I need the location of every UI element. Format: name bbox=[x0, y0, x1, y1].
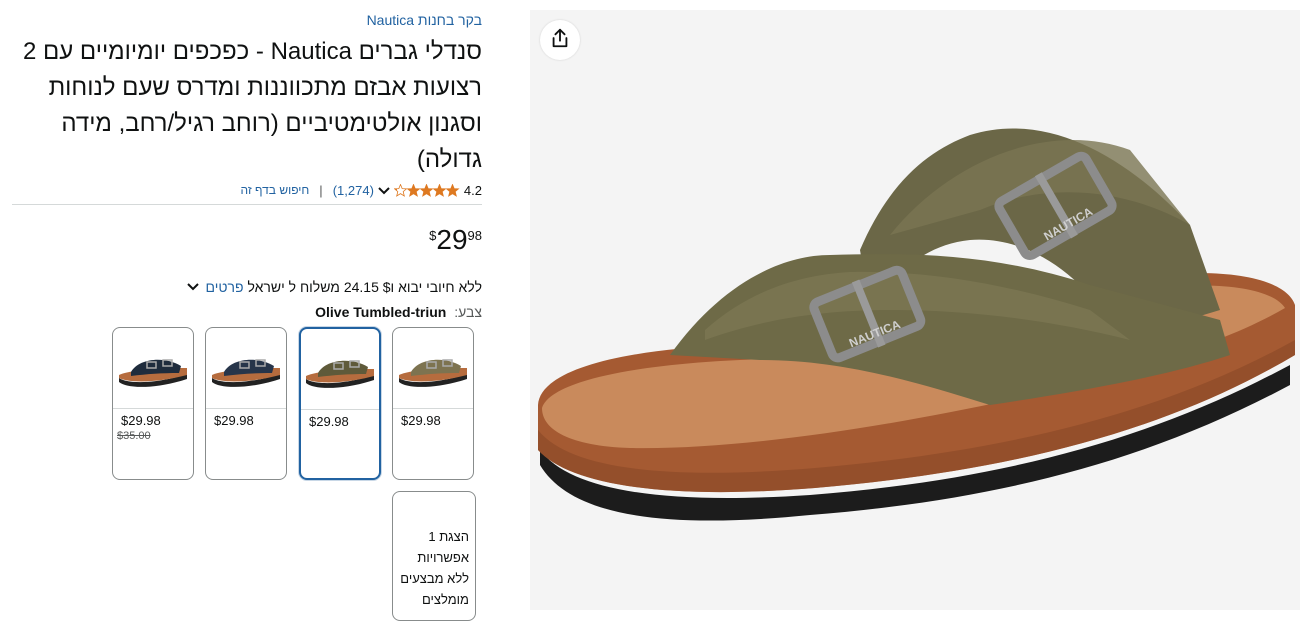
swatch-price: $29.98 bbox=[214, 413, 254, 428]
chevron-down-icon[interactable] bbox=[187, 283, 200, 291]
share-button[interactable] bbox=[540, 20, 580, 60]
shipping-info: ללא חיובי יבוא ו‎24.15 $‎ משלוח ל ישראל … bbox=[187, 279, 482, 295]
color-swatch[interactable]: $29.98 bbox=[392, 327, 474, 480]
product-main-image[interactable]: NAUTICA NAUTICA bbox=[530, 10, 1300, 610]
swatch-thumbnail bbox=[301, 329, 379, 410]
price-fraction: 98 bbox=[467, 228, 482, 243]
color-swatch[interactable]: $29.98 bbox=[205, 327, 287, 480]
swatch-price: $29.98 bbox=[309, 414, 349, 429]
shipping-text: ללא חיובי יבוא ו‎24.15 $‎ משלוח ל ישראל bbox=[247, 279, 483, 295]
brand-store-link[interactable]: בקר בחנות Nautica bbox=[367, 12, 482, 28]
color-value: Olive Tumbled-triun bbox=[315, 304, 447, 320]
swatch-price: $29.98 bbox=[401, 413, 441, 428]
share-icon bbox=[549, 27, 571, 54]
ratings-count-link[interactable]: (1,274) bbox=[333, 183, 374, 198]
divider bbox=[12, 204, 482, 205]
shipping-details-link[interactable]: פרטים bbox=[205, 279, 243, 295]
swatch-thumbnail bbox=[393, 328, 473, 409]
color-swatch[interactable]: $29.98 $35.00 bbox=[112, 327, 194, 480]
price-symbol: $ bbox=[429, 228, 437, 243]
swatch-thumbnail bbox=[113, 328, 193, 409]
product-title: סנדלי גברים Nautica - כפכפים יומיומיים ע… bbox=[22, 38, 482, 173]
rating-value: 4.2 bbox=[463, 182, 482, 198]
color-label: צבע: bbox=[454, 304, 482, 320]
swatch-list-price: $35.00 bbox=[117, 430, 151, 442]
color-swatch[interactable]: $29.98 bbox=[299, 327, 381, 480]
separator: | bbox=[319, 182, 323, 198]
stars-icon bbox=[393, 183, 459, 196]
product-image-block: NAUTICA NAUTICA bbox=[530, 10, 1300, 610]
color-selection: צבע: Olive Tumbled-triun bbox=[315, 304, 482, 320]
price: $ 29 98 bbox=[429, 225, 482, 255]
swatch-price: $29.98 bbox=[121, 413, 161, 428]
price-whole: 29 bbox=[436, 224, 468, 255]
swatch-thumbnail bbox=[206, 328, 286, 409]
rating-row: 4.2 (1,274) | חיפוש בדף זה bbox=[240, 181, 482, 199]
more-options-button[interactable]: הצגת 1 אפשרויות ללא מבצעים מומלצים bbox=[392, 491, 476, 621]
search-page-link[interactable]: חיפוש בדף זה bbox=[240, 183, 309, 197]
star-rating[interactable] bbox=[393, 183, 460, 197]
chevron-down-icon[interactable] bbox=[378, 183, 390, 198]
